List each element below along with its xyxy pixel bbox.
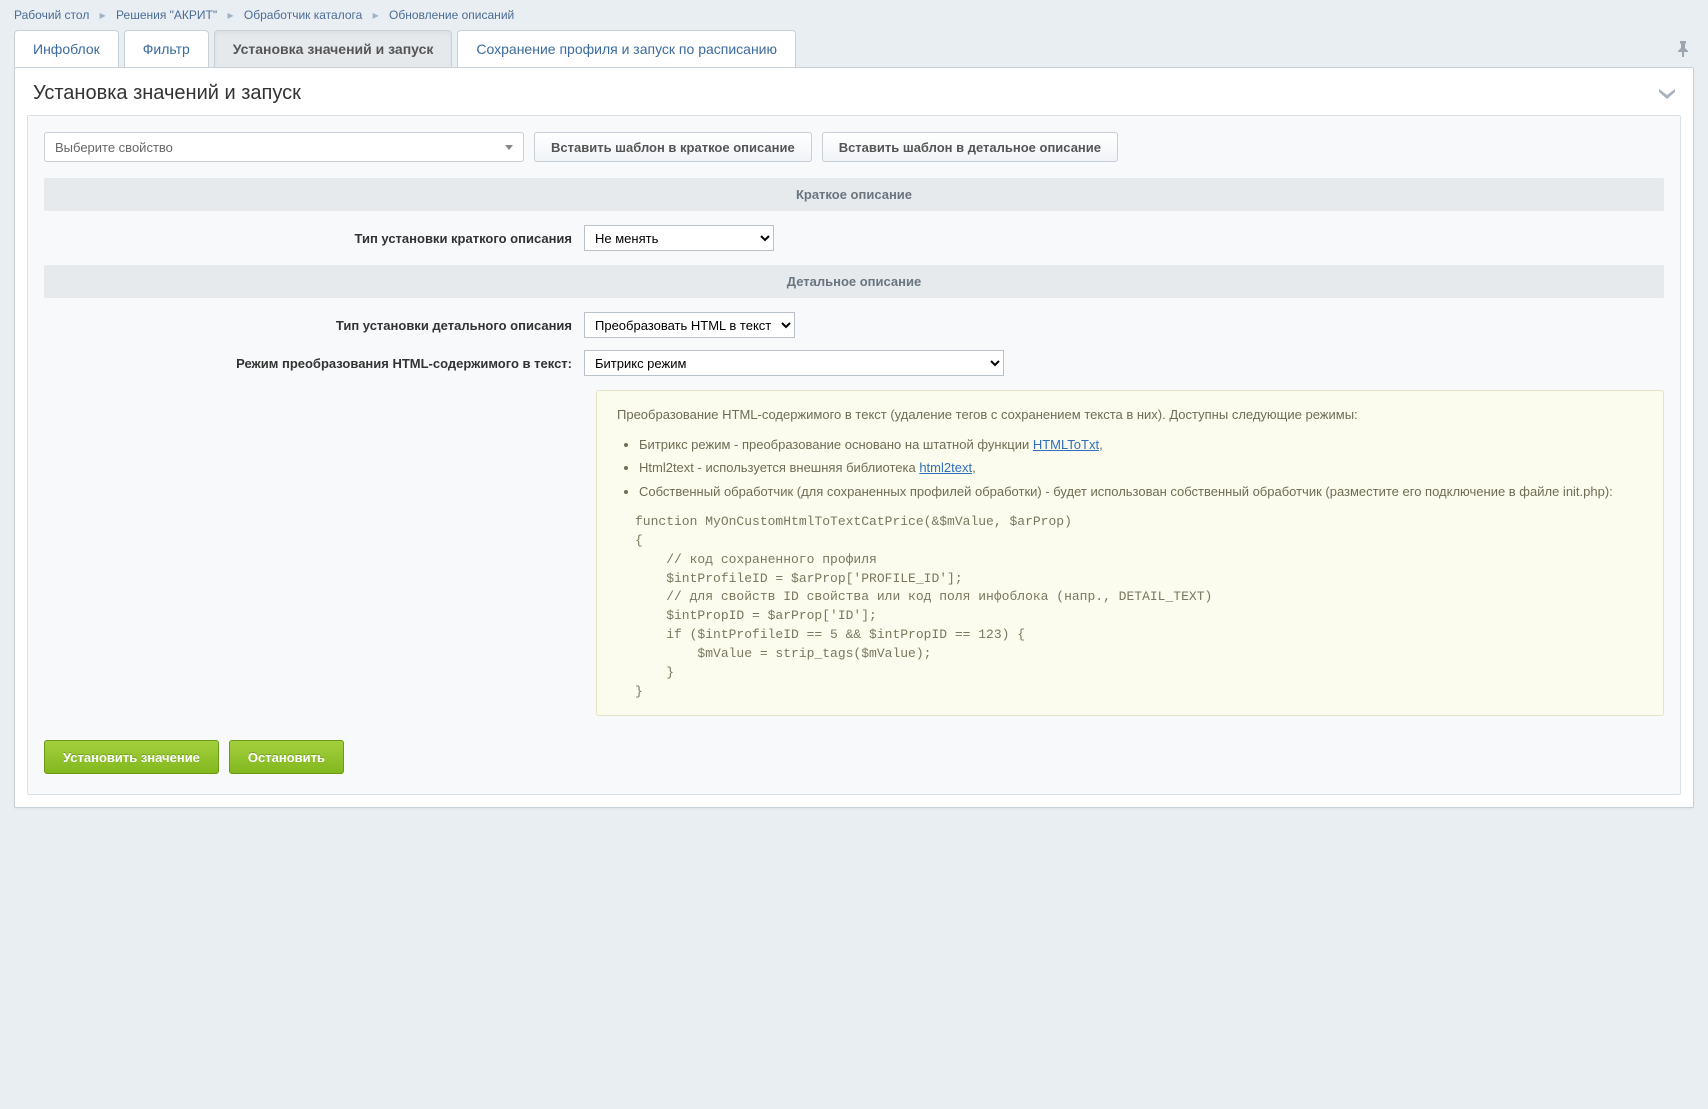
insert-short-template-button[interactable]: Вставить шаблон в краткое описание [534, 132, 812, 162]
mode-label: Режим преобразования HTML-содержимого в … [44, 356, 584, 371]
property-select-label: Выберите свойство [55, 140, 173, 155]
chevron-right-icon: ▸ [227, 8, 233, 22]
help-intro: Преобразование HTML-содержимого в текст … [617, 405, 1643, 425]
help-panel: Преобразование HTML-содержимого в текст … [596, 390, 1664, 716]
page-title: Установка значений и запуск [33, 82, 301, 105]
chevron-down-icon [505, 145, 513, 150]
short-type-select[interactable]: Не менять [584, 225, 774, 251]
detail-type-select[interactable]: Преобразовать HTML в текст [584, 312, 795, 338]
stop-button[interactable]: Остановить [229, 740, 344, 774]
breadcrumb: Рабочий стол ▸ Решения "АКРИТ" ▸ Обработ… [0, 0, 1708, 30]
panel: Установка значений и запуск Выберите сво… [14, 67, 1694, 808]
chevron-right-icon: ▸ [100, 8, 106, 22]
property-select[interactable]: Выберите свойство [44, 132, 524, 162]
detail-type-label: Тип установки детального описания [44, 318, 584, 333]
help-item: Собственный обработчик (для сохраненных … [639, 482, 1643, 502]
pin-icon[interactable] [1672, 35, 1694, 67]
section-short-description: Краткое описание [44, 178, 1664, 211]
section-detail-description: Детальное описание [44, 265, 1664, 298]
mode-select[interactable]: Битрикс режим [584, 350, 1004, 376]
link-html2text[interactable]: html2text [919, 460, 972, 475]
breadcrumb-item[interactable]: Рабочий стол [14, 8, 89, 22]
tab-filter[interactable]: Фильтр [124, 30, 209, 67]
breadcrumb-item[interactable]: Обновление описаний [389, 8, 514, 22]
apply-button[interactable]: Установить значение [44, 740, 219, 774]
code-sample: function MyOnCustomHtmlToTextCatPrice(&$… [635, 513, 1643, 701]
tab-set-values[interactable]: Установка значений и запуск [214, 30, 453, 67]
short-type-label: Тип установки краткого описания [44, 231, 584, 246]
help-item: Html2text - используется внешняя библиот… [639, 458, 1643, 478]
help-item: Битрикс режим - преобразование основано … [639, 435, 1643, 455]
breadcrumb-item[interactable]: Обработчик каталога [244, 8, 362, 22]
collapse-icon[interactable] [1659, 89, 1675, 99]
insert-detail-template-button[interactable]: Вставить шаблон в детальное описание [822, 132, 1118, 162]
tab-infoblock[interactable]: Инфоблок [14, 30, 119, 67]
tab-save-profile[interactable]: Сохранение профиля и запуск по расписани… [457, 30, 796, 67]
breadcrumb-item[interactable]: Решения "АКРИТ" [116, 8, 217, 22]
tabs: Инфоблок Фильтр Установка значений и зап… [0, 30, 1708, 67]
chevron-right-icon: ▸ [373, 8, 379, 22]
link-htmltotxt[interactable]: HTMLToTxt [1033, 437, 1099, 452]
